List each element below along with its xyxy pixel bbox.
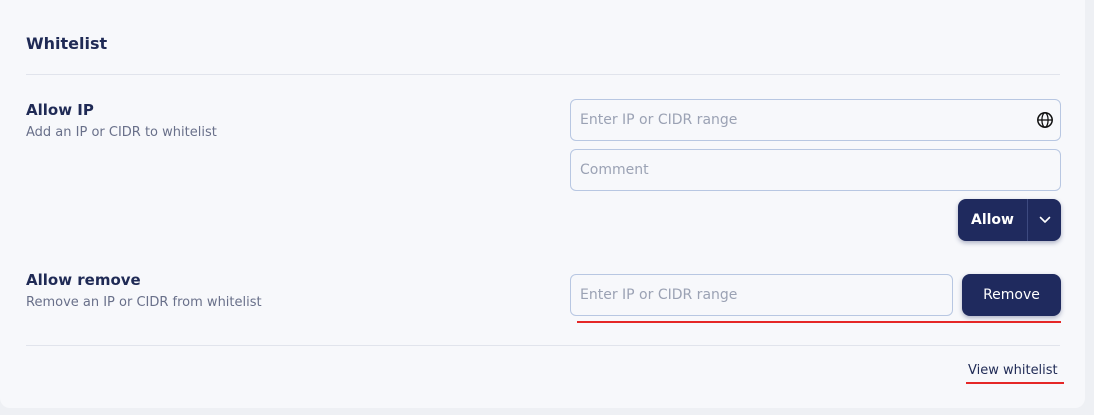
remove-ip-input[interactable] [570,274,953,316]
chevron-down-icon [1039,216,1050,223]
highlight-underline [966,382,1064,384]
allow-split-button: Allow [958,199,1061,241]
allow-ip-title: Allow IP [26,101,94,119]
allow-options-toggle[interactable] [1028,199,1061,241]
allow-remove-description: Remove an IP or CIDR from whitelist [26,295,262,310]
globe-icon [1037,112,1053,128]
view-whitelist-link[interactable]: View whitelist [968,363,1058,378]
card-title: Whitelist [26,34,108,53]
allow-ip-input[interactable] [570,99,1061,141]
whitelist-card: Whitelist Allow IP Add an IP or CIDR to … [0,0,1085,408]
allow-button[interactable]: Allow [958,199,1028,241]
allow-ip-description: Add an IP or CIDR to whitelist [26,125,217,140]
divider [26,345,1060,346]
remove-button[interactable]: Remove [962,274,1061,316]
highlight-underline [577,321,1061,323]
comment-input[interactable] [570,149,1061,191]
divider [26,74,1060,75]
allow-remove-title: Allow remove [26,271,141,289]
